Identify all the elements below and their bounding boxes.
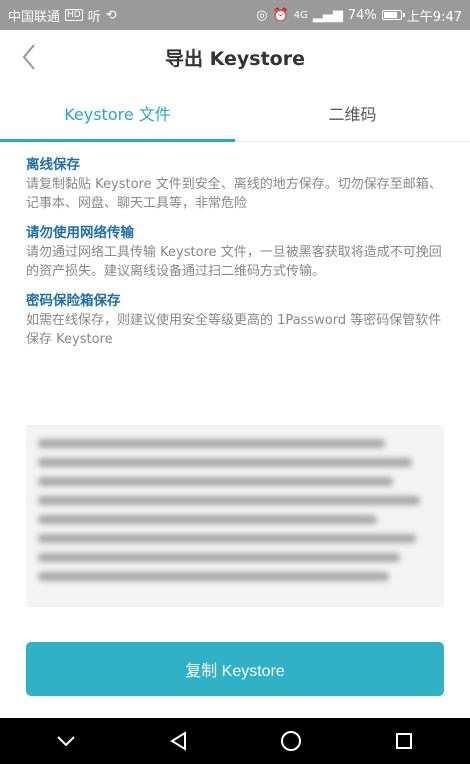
section-title: 离线保存 [26, 157, 80, 173]
system-nav-bar [0, 718, 470, 764]
square-recents-icon [395, 733, 412, 749]
sync-icon: ⟲ [105, 7, 117, 23]
section-no-network: 请勿使用网络传输 请勿通过网络工具传输 Keystore 文件，一旦被黑客获取将… [26, 223, 446, 281]
ting-icon: 听 [87, 9, 101, 25]
section-offline-save: 离线保存 请复制黏贴 Keystore 文件到安全、离线的地方保存。切勿保存至邮… [26, 155, 446, 213]
battery-icon [381, 10, 405, 20]
clock: 上午9:47 [406, 9, 462, 25]
signal-bars-icon: ▂▄▆ [312, 7, 343, 23]
keystore-blurred-text [38, 439, 432, 595]
nav-recents-button[interactable] [384, 721, 424, 761]
page-title: 导出 Keystore [165, 47, 305, 70]
alarm-icon: ⏰ [272, 7, 289, 23]
keystore-content-box[interactable] [26, 425, 444, 607]
section-body: 如需在线保存，则建议使用安全等级更高的 1Password 等密码保管软件保存 … [26, 313, 442, 347]
signal-icon: 4G [293, 9, 308, 21]
status-right: ◎ ⏰ 4G ▂▄▆ 74% 上午9:47 [256, 6, 462, 25]
circle-home-icon [281, 731, 302, 751]
instructions: 离线保存 请复制黏贴 Keystore 文件到安全、离线的地方保存。切勿保存至邮… [26, 155, 446, 359]
nav-back-button[interactable] [159, 721, 199, 761]
back-button[interactable] [12, 40, 46, 74]
nav-home-button[interactable] [271, 721, 311, 761]
section-password-vault: 密码保险箱保存 如需在线保存，则建议使用安全等级更高的 1Password 等密… [26, 291, 446, 349]
section-body: 请勿通过网络工具传输 Keystore 文件，一旦被黑客获取将造成不可挽回的资产… [26, 245, 442, 279]
carrier-label: 中国联通 [8, 9, 61, 25]
tab-qr-code[interactable]: 二维码 [235, 84, 470, 141]
header: 导出 Keystore [0, 30, 470, 84]
chevron-down-icon [57, 736, 75, 747]
status-left: 中国联通 HD 听 ⟲ [8, 6, 117, 25]
tab-keystore-file[interactable]: Keystore 文件 [0, 84, 235, 142]
nav-collapse-button[interactable] [46, 721, 86, 761]
status-bar: 中国联通 HD 听 ⟲ ◎ ⏰ 4G ▂▄▆ 74% 上午9:47 [0, 0, 470, 30]
tab-bar: Keystore 文件 二维码 [0, 84, 470, 142]
chevron-left-icon [22, 44, 35, 70]
section-title: 请勿使用网络传输 [26, 225, 134, 241]
headset-icon: ◎ [256, 7, 268, 23]
hd-badge: HD [65, 9, 83, 21]
section-title: 密码保险箱保存 [26, 293, 121, 309]
section-body: 请复制黏贴 Keystore 文件到安全、离线的地方保存。切勿保存至邮箱、记事本… [26, 177, 442, 211]
triangle-back-icon [169, 731, 186, 751]
battery-percent: 74% [347, 7, 377, 23]
copy-keystore-button[interactable]: 复制 Keystore [26, 642, 444, 696]
